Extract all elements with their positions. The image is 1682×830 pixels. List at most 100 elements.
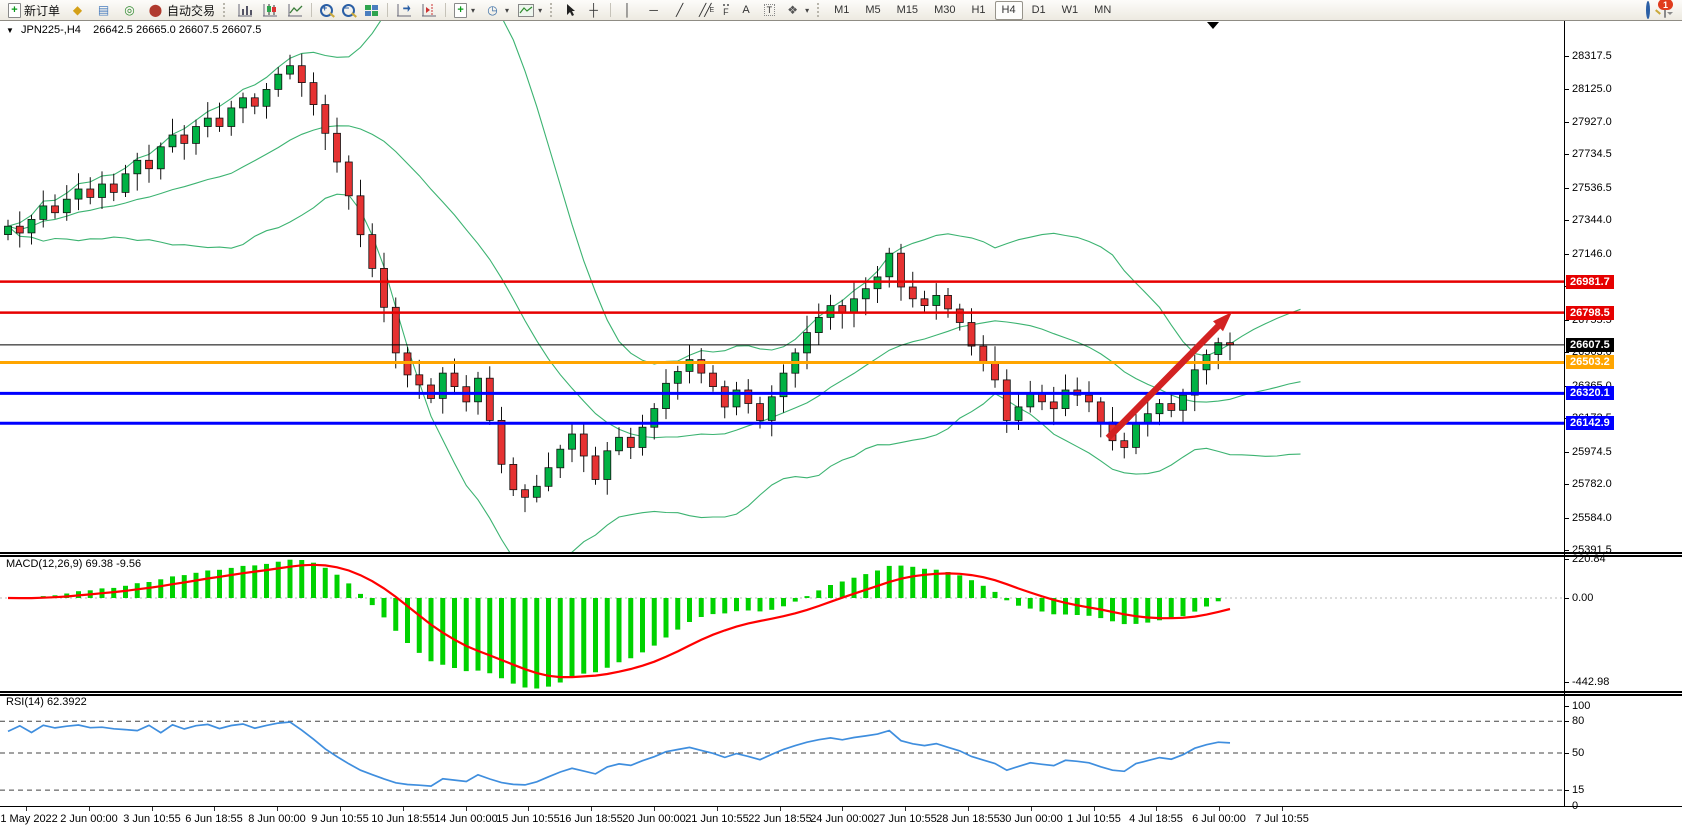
signals-button[interactable]: ◎: [117, 1, 142, 19]
time-label: 20 Jun 00:00: [622, 813, 686, 825]
cursor-button[interactable]: [560, 1, 580, 19]
price-chart[interactable]: [0, 21, 1564, 552]
price-badge: 26981.7: [1566, 275, 1614, 289]
equidistant-channel-button[interactable]: ╱╱E: [693, 1, 718, 19]
template-icon: [518, 4, 534, 17]
time-label: 15 Jun 10:55: [496, 813, 560, 825]
price-axis[interactable]: 28317.528125.027927.027734.527536.527344…: [1565, 21, 1682, 806]
macd-axis-tick: -442.98: [1565, 676, 1609, 688]
auto-scroll-button[interactable]: [392, 1, 416, 19]
candle: [580, 434, 587, 456]
candle: [1156, 404, 1163, 414]
text-label-button[interactable]: T: [760, 1, 780, 19]
ohlc-values: 26642.5 26665.0 26607.5 26607.5: [93, 24, 261, 36]
auto-scroll-icon: [396, 3, 412, 17]
fibonacci-button[interactable]: F: [719, 1, 733, 19]
text-button[interactable]: A: [734, 1, 759, 19]
candle: [663, 383, 670, 408]
zoom-in-icon: +: [320, 4, 333, 17]
crosshair-button[interactable]: ┼: [581, 1, 606, 19]
cursor-icon: [564, 3, 576, 17]
timeframe-button-M1[interactable]: M1: [827, 1, 856, 20]
price-tick: 27927.0: [1565, 116, 1612, 128]
timeframe-button-H1[interactable]: H1: [964, 1, 992, 20]
time-tick: [1282, 807, 1283, 811]
chart-shift-marker[interactable]: [1207, 22, 1219, 29]
time-label: 24 Jun 00:00: [810, 813, 874, 825]
horizontal-line-button[interactable]: ─: [641, 1, 666, 19]
arrows-button[interactable]: ❖▾: [780, 1, 813, 19]
candle: [475, 378, 482, 402]
vertical-line-button[interactable]: │: [615, 1, 640, 19]
time-tick: [528, 807, 529, 811]
timeframe-button-W1[interactable]: W1: [1055, 1, 1086, 20]
toolbar-separator: [610, 3, 611, 17]
toolbar-separator: [445, 3, 446, 17]
horizontal-lines[interactable]: [0, 282, 1564, 424]
time-label: 30 Jun 00:00: [999, 813, 1063, 825]
candle: [381, 268, 388, 307]
add-indicator-icon: +: [454, 3, 467, 18]
toolbar-separator: [387, 3, 388, 17]
candle: [110, 184, 117, 192]
panel-divider[interactable]: [0, 552, 1682, 557]
auto-trading-icon: ⬤: [147, 3, 164, 18]
timeframe-button-D1[interactable]: D1: [1025, 1, 1053, 20]
time-label: 3 Jun 10:55: [123, 813, 181, 825]
data-window-button[interactable]: ▤: [91, 1, 116, 19]
price-tick: 27734.5: [1565, 148, 1612, 160]
mt4-terminal: + 新订单 ◆ ▤ ◎ ⬤ 自动交易: [0, 0, 1682, 830]
period-selector-button[interactable]: ◷▾: [480, 1, 513, 19]
time-axis[interactable]: 31 May 20222 Jun 00:003 Jun 10:556 Jun 1…: [0, 807, 1682, 830]
line-chart-icon: [287, 3, 303, 17]
rsi-panel[interactable]: [0, 696, 1564, 806]
macd-panel[interactable]: [0, 557, 1564, 691]
tile-windows-button[interactable]: [360, 1, 383, 19]
time-label: 22 Jun 18:55: [748, 813, 812, 825]
candle: [757, 404, 764, 421]
price-tick: 27536.5: [1565, 182, 1612, 194]
time-tick: [1219, 807, 1220, 811]
bar-chart-button[interactable]: [233, 1, 257, 19]
zoom-in-button[interactable]: +: [316, 1, 337, 19]
candle: [721, 387, 728, 407]
candle: [498, 420, 505, 464]
chart-shift-button[interactable]: [417, 1, 441, 19]
candle: [851, 299, 858, 313]
candle: [1133, 424, 1140, 448]
trendline-button[interactable]: ╱: [667, 1, 692, 19]
candle: [5, 226, 12, 234]
new-order-icon: +: [8, 3, 21, 18]
candlestick-chart-button[interactable]: [258, 1, 282, 19]
rsi-axis-tick: 0: [1565, 800, 1578, 812]
time-tick: [905, 807, 906, 811]
line-chart-button[interactable]: [283, 1, 307, 19]
chart-symbols-button[interactable]: ◆: [65, 1, 90, 19]
timeframe-button-M15[interactable]: M15: [890, 1, 925, 20]
time-label: 10 Jun 18:55: [371, 813, 435, 825]
template-button[interactable]: ▾: [514, 1, 546, 19]
candle: [710, 373, 717, 387]
toolbar-grip: [817, 3, 823, 17]
search-button[interactable]: [1646, 3, 1650, 17]
timeframe-button-M5[interactable]: M5: [858, 1, 887, 20]
time-label: 8 Jun 00:00: [248, 813, 306, 825]
zoom-out-button[interactable]: −: [338, 1, 359, 19]
candle: [1086, 395, 1093, 402]
candle: [204, 118, 211, 126]
candle: [674, 372, 681, 384]
chart-list-dropdown-icon[interactable]: ▼: [6, 26, 14, 35]
timeframe-button-MN[interactable]: MN: [1087, 1, 1118, 20]
panel-divider[interactable]: [0, 691, 1682, 696]
price-badge: 26798.5: [1566, 306, 1614, 320]
candle: [240, 98, 247, 108]
new-order-button[interactable]: + 新订单: [4, 1, 64, 19]
auto-trading-button[interactable]: ⬤ 自动交易: [143, 1, 219, 19]
timeframe-button-H4[interactable]: H4: [995, 1, 1023, 20]
trend-arrow[interactable]: [1108, 312, 1232, 438]
bollinger-lower-band: [8, 194, 1301, 552]
candle: [146, 160, 153, 168]
add-indicator-button[interactable]: +▾: [450, 1, 479, 19]
chat-button[interactable]: 1: [1664, 3, 1666, 17]
timeframe-button-M30[interactable]: M30: [927, 1, 962, 20]
